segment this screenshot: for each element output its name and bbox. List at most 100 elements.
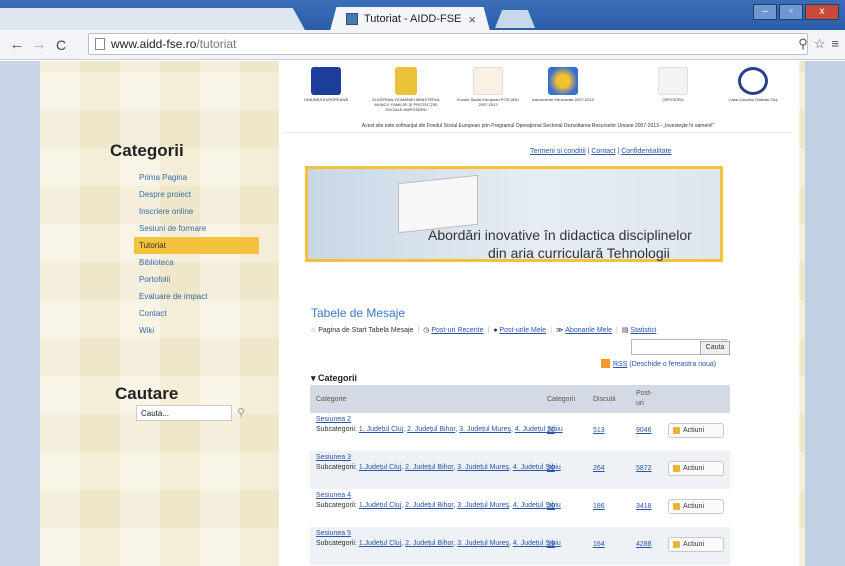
sidebar-item-evaluare[interactable]: Evaluare de impact xyxy=(100,288,275,305)
link-contact[interactable]: Contact xyxy=(591,148,615,155)
subs-label: Subcategorii xyxy=(316,540,355,547)
forum-nav-myposts[interactable]: Post-urile Mele xyxy=(500,327,547,334)
sub-link[interactable]: 3. Judeţul Mureş xyxy=(457,464,509,471)
logo-label: Casa Corpului Didactic Cluj xyxy=(728,97,778,102)
fse-logo-icon xyxy=(473,67,503,95)
browser-toolbar: ← → C www.aidd-fse.ro/tutoriat ⚲ ☆ ≡ xyxy=(0,30,845,60)
window-controls: – ▫ x xyxy=(751,4,839,20)
row-categorii[interactable]: 20 xyxy=(547,503,555,510)
forum-nav-recent[interactable]: Post-uri Recente xyxy=(431,327,483,334)
logo-is: Instrumente Structurale 2007-2013 xyxy=(528,67,598,102)
row-posturi[interactable]: 3418 xyxy=(636,503,652,510)
actions-button[interactable]: Actiuni xyxy=(668,461,724,476)
banner-whiteboard xyxy=(398,174,478,234)
forum-nav-home[interactable]: Pagina de Start Tabela Mesaje xyxy=(318,327,413,334)
bookmark-star-icon[interactable]: ☆ xyxy=(814,36,826,52)
logo-label: Instrumente Structurale 2007-2013 xyxy=(532,97,594,102)
row-name[interactable]: Sesiunea 5 xyxy=(316,530,351,537)
sidebar-item-tutoriat[interactable]: Tutoriat xyxy=(134,237,259,254)
forum-nav-subscriptions[interactable]: Abonarile Mele xyxy=(565,327,612,334)
logo-label: OIPOSDRU xyxy=(662,97,684,102)
back-icon[interactable]: ← xyxy=(6,36,28,53)
link-terms[interactable]: Termeni si conditii xyxy=(530,148,586,155)
row-posturi[interactable]: 4288 xyxy=(636,541,652,548)
sidebar: Categorii Prima Pagina Despre proiect In… xyxy=(100,141,275,339)
forward-icon[interactable]: → xyxy=(28,36,50,53)
toolbar-icons: ⚲ ☆ ≡ xyxy=(798,36,839,52)
sub-link[interactable]: 2. Judeţul Bihor xyxy=(405,464,453,471)
col-categorii: Categorii xyxy=(547,396,576,403)
reload-icon[interactable]: C xyxy=(50,37,72,53)
actions-button[interactable]: Actiuni xyxy=(668,423,724,438)
col-posturi: Post-uri xyxy=(636,390,653,407)
logo-label: GUVERNUL ROMÂNIEI MINISTERUL MUNCII, FAM… xyxy=(371,97,441,112)
sub-link[interactable]: 1. Judeţul Cluj xyxy=(359,426,403,433)
rss-link[interactable]: RSS (Deschide o fereastra noua) xyxy=(601,359,716,368)
row-categorii[interactable]: 20 xyxy=(547,465,555,472)
minimize-icon[interactable]: – xyxy=(753,4,777,20)
search-icon[interactable]: ⚲ xyxy=(237,406,245,419)
sub-link[interactable]: 2. Judeţul Bihor xyxy=(405,540,453,547)
sidebar-item-sesiuni[interactable]: Sesiuni de formare xyxy=(100,220,275,237)
actions-button[interactable]: Actiuni xyxy=(668,499,724,514)
tab-active[interactable]: Tutoriat - AIDD-FSE × xyxy=(330,7,490,31)
user-icon: ● xyxy=(493,326,498,334)
window-titlebar: Tutoriat - AIDD-FSE × – ▫ x xyxy=(0,0,845,31)
row-discutii[interactable]: 264 xyxy=(593,465,605,472)
table-row: Sesiunea 5 Subcategorii: 1.Judeţul Cluj,… xyxy=(310,527,730,565)
top-links: Termeni si conditii | Contact | Confiden… xyxy=(530,148,672,155)
row-name[interactable]: Sesiunea 2 xyxy=(316,416,351,423)
row-name[interactable]: Sesiunea 3 xyxy=(316,454,351,461)
rss-label[interactable]: RSS xyxy=(613,361,627,368)
logo-gov: GUVERNUL ROMÂNIEI MINISTERUL MUNCII, FAM… xyxy=(371,67,441,112)
site-search-input[interactable]: Cauta... xyxy=(136,405,232,421)
sidebar-item-prima-pagina[interactable]: Prima Pagina xyxy=(100,169,275,186)
row-categorii[interactable]: 20 xyxy=(547,427,555,434)
subs-label: Subcategorii xyxy=(316,464,355,471)
sidebar-item-portofolii[interactable]: Portofolii xyxy=(100,271,275,288)
menu-icon[interactable]: ≡ xyxy=(831,36,839,52)
sub-link[interactable]: 3. Judeţul Mureş xyxy=(459,426,511,433)
forum-nav-stats[interactable]: Statistici xyxy=(630,327,656,334)
tab-blank[interactable] xyxy=(0,8,305,30)
row-name[interactable]: Sesiunea 4 xyxy=(316,492,351,499)
close-window-icon[interactable]: x xyxy=(805,4,839,20)
ccd-logo-icon xyxy=(738,67,768,95)
sidebar-item-despre-proiect[interactable]: Despre proiect xyxy=(100,186,275,203)
rss-note: (Deschide o fereastra noua) xyxy=(629,361,717,368)
maximize-icon[interactable]: ▫ xyxy=(779,4,803,20)
row-discutii[interactable]: 186 xyxy=(593,503,605,510)
rss-icon xyxy=(601,359,610,368)
sidebar-item-inscriere[interactable]: Inscriere online xyxy=(100,203,275,220)
row-discutii[interactable]: 513 xyxy=(593,427,605,434)
sidebar-item-wiki[interactable]: Wiki xyxy=(100,322,275,339)
forum-search-button[interactable]: Cauta xyxy=(700,341,730,355)
sub-link[interactable]: 1.Judeţul Cluj xyxy=(359,502,401,509)
sub-link[interactable]: 3. Judeţul Mureş xyxy=(457,502,509,509)
close-tab-icon[interactable]: × xyxy=(468,12,476,27)
col-discutii: Discutii xyxy=(593,396,616,403)
row-subcategories: Subcategorii: 1.Judeţul Cluj, 2. Judeţul… xyxy=(316,464,561,471)
sidebar-item-biblioteca[interactable]: Biblioteca xyxy=(100,254,275,271)
sub-link[interactable]: 1.Judeţul Cluj xyxy=(359,540,401,547)
sub-link[interactable]: 1.Judeţul Cluj xyxy=(359,464,401,471)
hero-banner: Abordări inovative în didactica discipli… xyxy=(305,166,723,262)
categories-header[interactable]: ▾ Categorii xyxy=(311,373,357,384)
row-posturi[interactable]: 5872 xyxy=(636,465,652,472)
link-privacy[interactable]: Confidentialitate xyxy=(621,148,671,155)
sub-link[interactable]: 2. Judeţul Bihor xyxy=(407,426,455,433)
sub-link[interactable]: 3. Judeţul Mureş xyxy=(457,540,509,547)
sub-link[interactable]: 2. Judeţul Bihor xyxy=(405,502,453,509)
table-row: Sesiunea 3 Subcategorii: 1.Judeţul Cluj,… xyxy=(310,451,730,489)
zoom-icon[interactable]: ⚲ xyxy=(798,36,808,52)
row-posturi[interactable]: 9046 xyxy=(636,427,652,434)
table-header: Categorie Categorii Discutii Post-uri xyxy=(310,385,730,413)
sidebar-item-contact[interactable]: Contact xyxy=(100,305,275,322)
sub-link[interactable]: 4. Judeţul Sibiu xyxy=(515,426,563,433)
row-categorii[interactable]: 19 xyxy=(547,541,555,548)
address-bar[interactable]: www.aidd-fse.ro/tutoriat xyxy=(88,33,808,55)
ministry-logo-icon xyxy=(658,67,688,95)
new-tab-button[interactable] xyxy=(495,10,535,28)
row-discutii[interactable]: 164 xyxy=(593,541,605,548)
actions-button[interactable]: Actiuni xyxy=(668,537,724,552)
